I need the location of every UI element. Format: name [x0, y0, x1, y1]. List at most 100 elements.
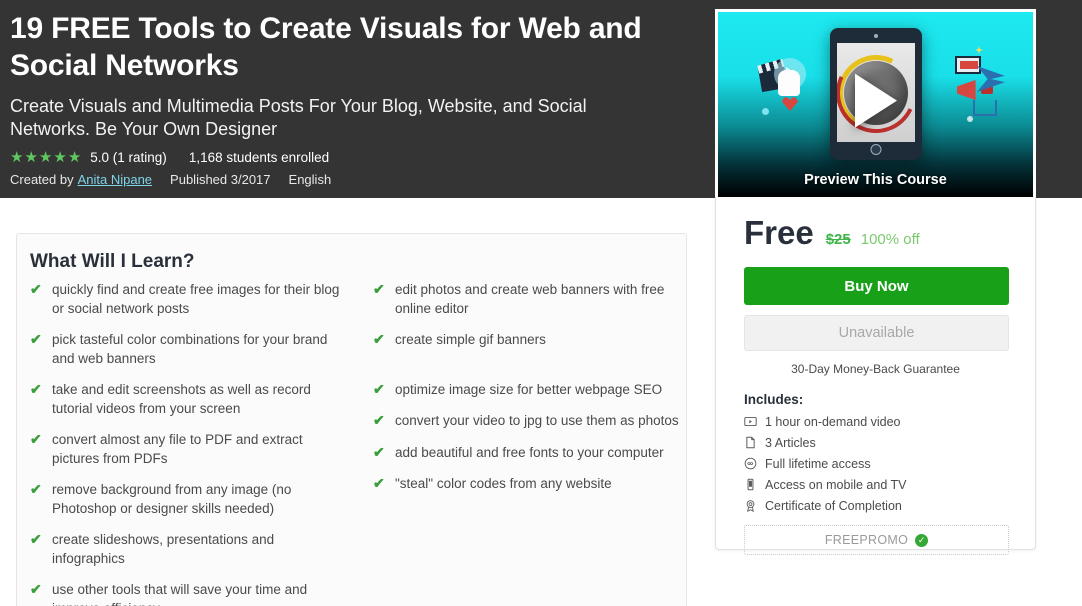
preview-thumbnail: Preview This Course	[718, 12, 1033, 197]
learn-item-text: convert your video to jpg to use them as…	[395, 413, 679, 428]
learn-item-text: create simple gif banners	[395, 332, 546, 347]
check-icon: ✔	[30, 531, 42, 547]
original-price: $25	[825, 231, 851, 248]
learn-item-text: convert almost any file to PDF and extra…	[52, 432, 303, 466]
purchase-card: Free $25 100% off Buy Now Unavailable 30…	[715, 197, 1036, 555]
what-will-i-learn-panel: What Will I Learn? ✔ quickly find and cr…	[16, 233, 687, 606]
page-title: 19 FREE Tools to Create Visuals for Web …	[10, 12, 642, 82]
learn-item-text: pick tasteful color combinations for you…	[52, 332, 328, 366]
star-icon: ★	[38, 149, 53, 166]
list-item: ✔ convert almost any file to PDF and ext…	[30, 431, 347, 468]
list-item: ✔ quickly find and create free images fo…	[30, 281, 347, 318]
created-by-label: Created by	[10, 172, 74, 187]
infinity-icon	[744, 457, 757, 470]
learn-column-left: ✔ quickly find and create free images fo…	[30, 281, 347, 606]
learn-heading: What Will I Learn?	[30, 251, 195, 272]
learn-columns: ✔ quickly find and create free images fo…	[17, 281, 686, 606]
learn-item-text: use other tools that will save your time…	[52, 582, 308, 606]
list-item: ✔ "steal" color codes from any website	[373, 475, 690, 494]
check-icon: ✔	[373, 331, 385, 347]
check-circle-icon: ✓	[915, 533, 929, 547]
check-icon: ✔	[30, 381, 42, 397]
list-item: ✔ create slideshows, presentations and i…	[30, 531, 347, 568]
list-item: Certificate of Completion	[744, 495, 1035, 516]
includes-label: 3 Articles	[765, 435, 816, 450]
learn-item-text: create slideshows, presentations and inf…	[52, 532, 275, 566]
check-icon: ✔	[30, 281, 42, 297]
video-icon	[744, 415, 757, 428]
column-spacer	[373, 363, 690, 381]
list-item: ✔ create simple gif banners	[373, 331, 690, 350]
shopping-cart-icon	[973, 100, 997, 116]
learn-item-text: add beautiful and free fonts to your com…	[395, 444, 664, 460]
list-item: 1 hour on-demand video	[744, 411, 1035, 432]
course-preview-video[interactable]: Preview This Course	[715, 9, 1036, 197]
list-item: ✔ add beautiful and free fonts to your c…	[373, 444, 690, 463]
dot-icon	[762, 108, 769, 115]
list-item: ✔ take and edit screenshots as well as r…	[30, 381, 347, 418]
learn-item-text: remove background from any image (no Pho…	[52, 482, 292, 516]
rating-value: 5.0 (1 rating)	[90, 150, 167, 165]
includes-list: 1 hour on-demand video 3 Articles Full l…	[744, 411, 1035, 516]
list-item: Full lifetime access	[744, 453, 1035, 474]
check-icon: ✔	[373, 475, 385, 491]
star-rating: ★ ★ ★ ★ ★	[10, 150, 81, 165]
published-date: Published 3/2017	[170, 172, 271, 187]
check-icon: ✔	[30, 331, 42, 347]
preview-label: Preview This Course	[804, 172, 947, 188]
article-icon	[744, 436, 757, 449]
heart-icon	[782, 97, 798, 111]
list-item: ✔ remove background from any image (no P…	[30, 481, 347, 518]
unavailable-button: Unavailable	[744, 315, 1009, 351]
star-icon: ★	[10, 149, 24, 166]
star-icon: ★	[24, 149, 38, 166]
hand-icon	[778, 70, 800, 96]
money-back-guarantee: 30-Day Money-Back Guarantee	[791, 362, 960, 376]
course-subtitle: Create Visuals and Multimedia Posts For …	[10, 96, 587, 139]
learn-item-text: "steal" color codes from any website	[395, 476, 612, 491]
list-item: 3 Articles	[744, 432, 1035, 453]
price-row: Free $25 100% off	[716, 197, 1035, 249]
current-price: Free	[744, 214, 814, 251]
coupon-field[interactable]: FREEPROMO ✓	[744, 525, 1009, 555]
sparkle-icon	[975, 46, 983, 54]
coupon-code: FREEPROMO	[824, 533, 909, 547]
check-icon: ✔	[373, 380, 385, 397]
check-icon: ✔	[30, 581, 42, 597]
students-enrolled: 1,168 students enrolled	[188, 150, 330, 165]
play-icon[interactable]	[854, 73, 897, 128]
includes-label: Access on mobile and TV	[765, 477, 907, 492]
list-item: ✔ optimize image size for better webpage…	[373, 381, 690, 400]
dot-icon	[967, 116, 973, 122]
monitor-icon	[955, 56, 981, 74]
learn-item-text: quickly find and create free images for …	[52, 282, 340, 316]
course-landing-page: 19 FREE Tools to Create Visuals for Web …	[0, 0, 1082, 606]
star-icon: ★	[67, 149, 82, 166]
learn-item-text: edit photos and create web banners with …	[395, 282, 665, 316]
buy-now-button[interactable]: Buy Now	[744, 267, 1009, 305]
mobile-icon	[744, 478, 757, 491]
list-item: ✔ use other tools that will save your ti…	[30, 581, 347, 606]
course-author-row: Created by Anita Nipane Published 3/2017…	[10, 172, 710, 187]
check-icon: ✔	[373, 443, 385, 460]
course-rating-row: ★ ★ ★ ★ ★ 5.0 (1 rating) 1,168 students …	[10, 150, 710, 165]
includes-label: 1 hour on-demand video	[765, 414, 901, 429]
learn-item-text: optimize image size for better webpage S…	[395, 381, 663, 397]
check-icon: ✔	[373, 281, 385, 297]
learn-item-text: take and edit screenshots as well as rec…	[52, 382, 311, 416]
list-item: ✔ convert your video to jpg to use them …	[373, 412, 690, 431]
includes-label: Certificate of Completion	[765, 498, 902, 513]
certificate-icon	[744, 499, 757, 513]
check-icon: ✔	[373, 412, 385, 428]
discount-percent: 100% off	[860, 231, 920, 248]
author-link[interactable]: Anita Nipane	[78, 172, 152, 187]
course-header: 19 FREE Tools to Create Visuals for Web …	[10, 10, 710, 187]
list-item: ✔ edit photos and create web banners wit…	[373, 281, 690, 318]
list-item: ✔ pick tasteful color combinations for y…	[30, 331, 347, 368]
course-language: English	[288, 172, 332, 187]
check-icon: ✔	[30, 431, 42, 447]
check-icon: ✔	[30, 481, 42, 497]
learn-column-right: ✔ edit photos and create web banners wit…	[373, 281, 690, 606]
list-item: Access on mobile and TV	[744, 474, 1035, 495]
includes-heading: Includes:	[744, 392, 804, 407]
